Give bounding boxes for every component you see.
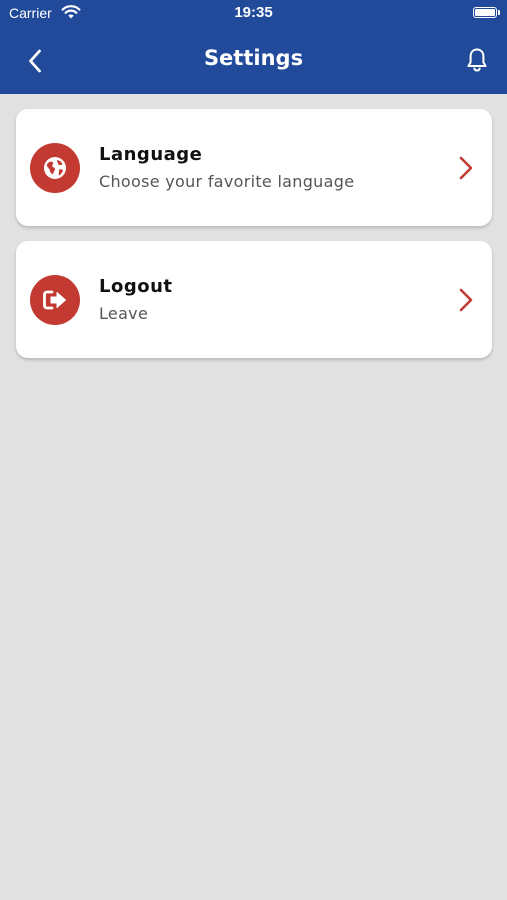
notifications-button[interactable] — [463, 45, 491, 75]
battery-icon — [473, 7, 500, 18]
chevron-right-icon — [459, 288, 473, 312]
settings-item-language[interactable]: Language Choose your favorite language — [16, 109, 492, 226]
item-title: Language — [99, 144, 203, 165]
app-header: Carrier 19:35 Settings — [0, 0, 507, 94]
logout-icon — [30, 275, 80, 325]
chevron-right-icon — [459, 156, 473, 180]
item-title: Logout — [99, 276, 173, 297]
navigation-bar: Settings — [0, 28, 507, 94]
globe-icon — [30, 143, 80, 193]
status-time: 19:35 — [234, 4, 273, 21]
bell-icon — [467, 48, 487, 72]
settings-item-logout[interactable]: Logout Leave — [16, 241, 492, 358]
status-bar: Carrier 19:35 — [0, 0, 507, 28]
item-subtitle: Leave — [99, 304, 149, 323]
item-subtitle: Choose your favorite language — [99, 172, 355, 191]
page-title: Settings — [203, 46, 304, 70]
